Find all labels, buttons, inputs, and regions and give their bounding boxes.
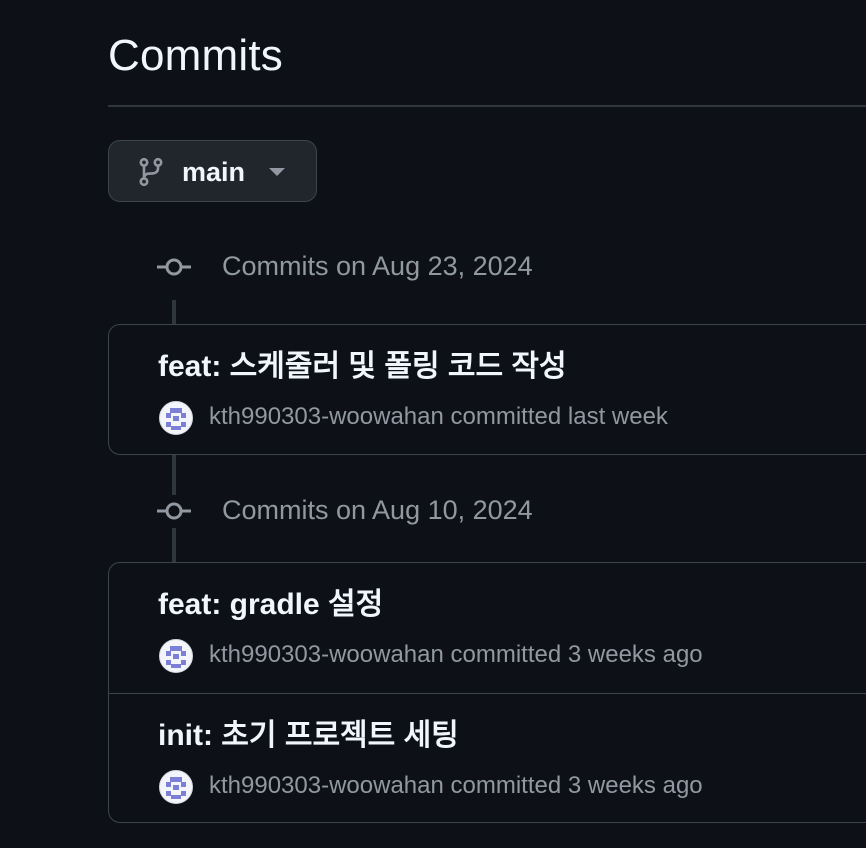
commit-action: committed: [450, 641, 562, 668]
commit-group-heading: Commits on Aug 23, 2024: [222, 251, 533, 281]
commit-meta: kth990303-woowahan committed last week: [209, 401, 668, 433]
commit-row: feat: gradle 설정 kth990303-woowahan commi…: [109, 563, 866, 693]
commit-time: 3 weeks ago: [567, 772, 703, 799]
avatar[interactable]: [159, 401, 193, 435]
commit-list: feat: 스케줄러 및 폴링 코드 작성 kth990303-woowahan…: [108, 324, 866, 455]
commits-page: Commits main Commits on Aug 23, 2024 fea…: [0, 0, 866, 848]
commit-group-heading: Commits on Aug 10, 2024: [222, 495, 533, 525]
commit-action: committed: [450, 772, 562, 799]
author-link[interactable]: kth990303-woowahan: [209, 403, 444, 430]
commit-message-link[interactable]: init: 초기 프로젝트 세팅: [158, 717, 459, 755]
git-commit-icon: [157, 258, 191, 276]
git-commit-icon: [157, 502, 191, 520]
timeline-line: [172, 300, 176, 325]
commit-message-link[interactable]: feat: 스케줄러 및 폴링 코드 작성: [158, 348, 567, 386]
timeline-line: [172, 455, 176, 495]
commit-action: committed: [450, 403, 562, 430]
commit-meta: kth990303-woowahan committed 3 weeks ago: [209, 639, 703, 671]
timeline-line: [172, 528, 176, 564]
branch-selector-button[interactable]: main: [108, 140, 317, 202]
git-branch-icon: [139, 157, 163, 187]
author-link[interactable]: kth990303-woowahan: [209, 772, 444, 799]
commit-meta: kth990303-woowahan committed 3 weeks ago: [209, 770, 703, 802]
commit-row: feat: 스케줄러 및 폴링 코드 작성 kth990303-woowahan…: [109, 325, 866, 455]
commit-list: feat: gradle 설정 kth990303-woowahan commi…: [108, 562, 866, 823]
branch-name: main: [182, 157, 246, 187]
commit-message-link[interactable]: feat: gradle 설정: [158, 586, 383, 624]
caret-down-icon: [269, 168, 285, 176]
page-title: Commits: [108, 31, 283, 80]
avatar[interactable]: [159, 639, 193, 673]
commit-time: last week: [567, 403, 668, 430]
commit-row: init: 초기 프로젝트 세팅 kth990303-woowahan comm…: [109, 693, 866, 823]
commit-time: 3 weeks ago: [567, 641, 703, 668]
title-divider: [108, 105, 866, 107]
avatar[interactable]: [159, 770, 193, 804]
author-link[interactable]: kth990303-woowahan: [209, 641, 444, 668]
